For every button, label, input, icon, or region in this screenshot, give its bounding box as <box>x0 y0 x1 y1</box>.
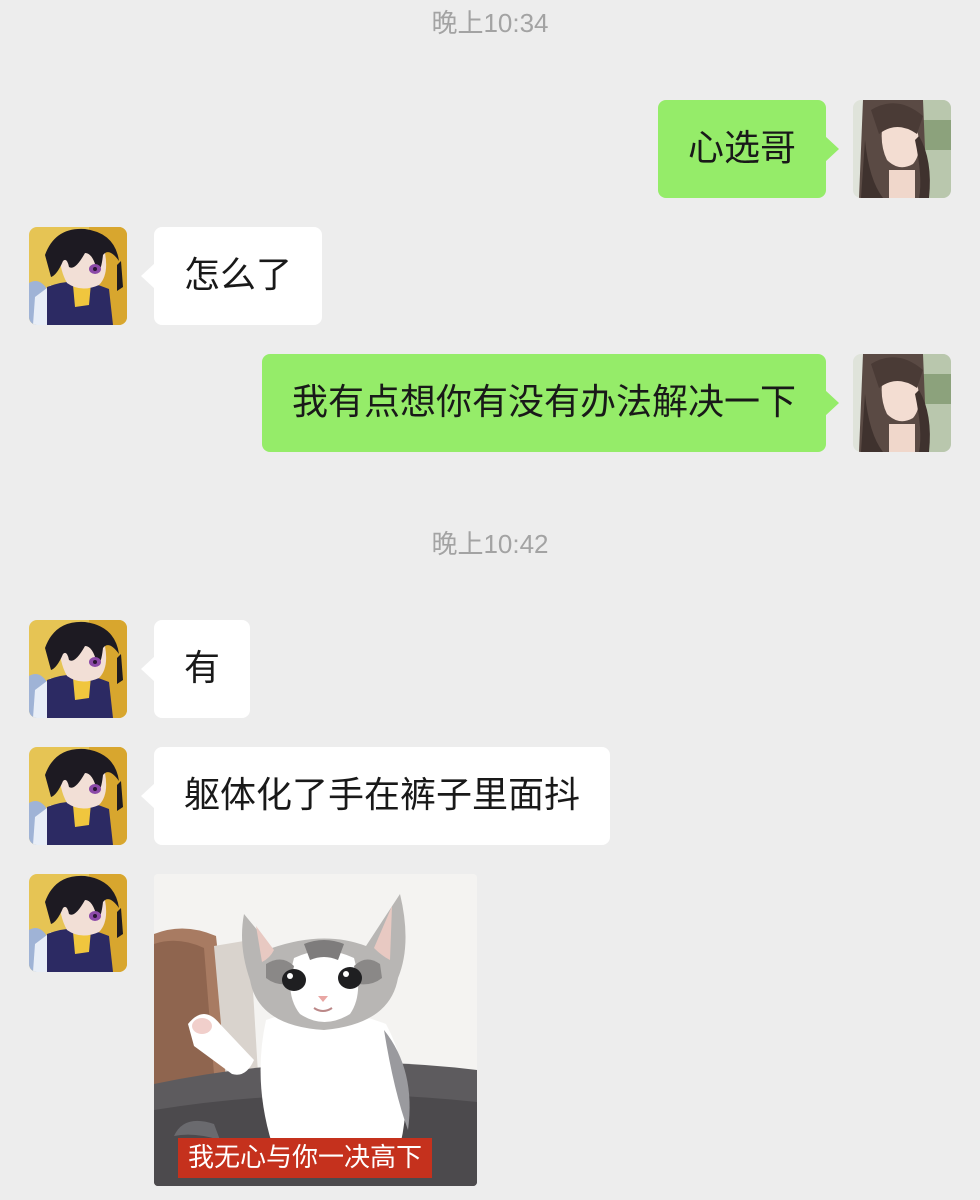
my-avatar[interactable] <box>853 354 951 452</box>
girl-avatar-icon <box>853 354 951 452</box>
timestamp: 晚上10:34 <box>431 8 549 38</box>
contact-avatar[interactable] <box>29 620 127 718</box>
anime-avatar-icon <box>29 620 127 718</box>
anime-avatar-icon <box>29 227 127 325</box>
message-bubble-received[interactable]: 怎么了 <box>140 227 323 325</box>
contact-avatar[interactable] <box>29 874 127 972</box>
anime-avatar-icon <box>29 747 127 845</box>
timestamp: 晚上10:42 <box>431 529 549 559</box>
message-bubble-received[interactable]: 有 <box>140 620 251 718</box>
my-avatar[interactable] <box>853 100 951 198</box>
contact-avatar[interactable] <box>29 747 127 845</box>
message-bubble-sent[interactable]: 心选哥 <box>657 100 840 198</box>
message-bubble-sent[interactable]: 我有点想你有没有办法解决一下 <box>261 354 840 452</box>
sticker-message[interactable]: 我无心与你一决高下 <box>154 874 477 1186</box>
anime-avatar-icon <box>29 874 127 972</box>
contact-avatar[interactable] <box>29 227 127 325</box>
message-bubble-received[interactable]: 躯体化了手在裤子里面抖 <box>140 747 611 845</box>
girl-avatar-icon <box>853 100 951 198</box>
sticker-caption: 我无心与你一决高下 <box>178 1138 433 1178</box>
